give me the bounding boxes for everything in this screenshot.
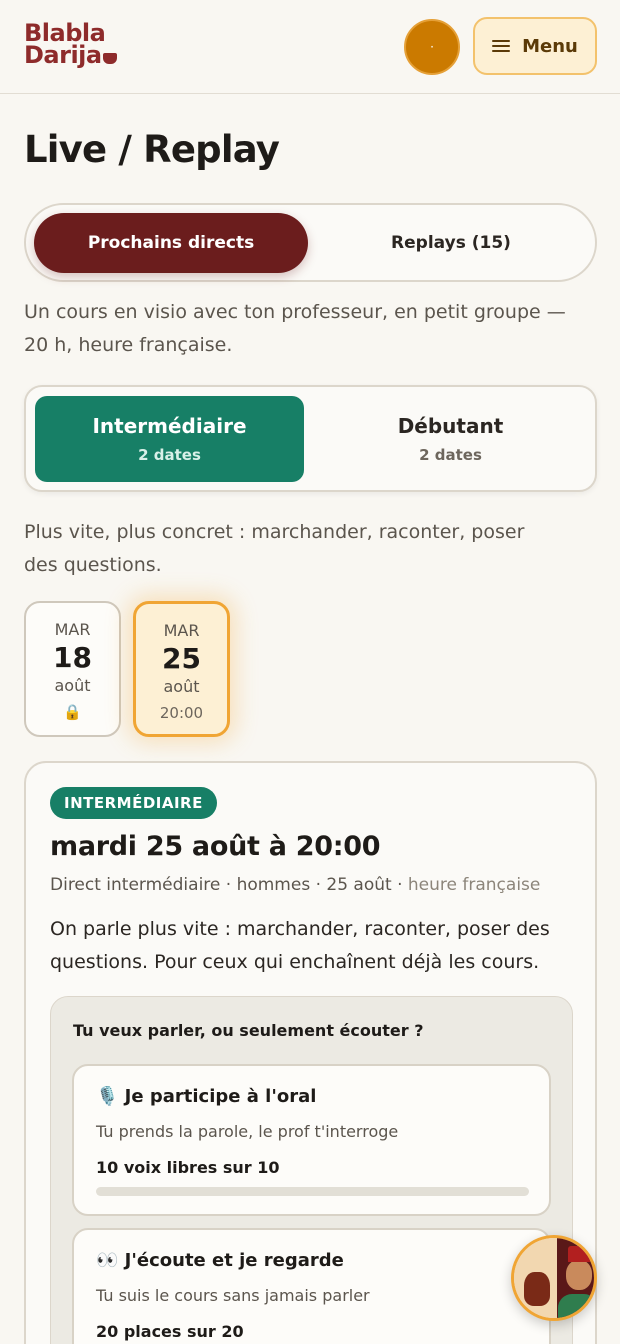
- session-description: On parle plus vite : marchander, raconte…: [50, 918, 550, 973]
- avatar-initial: ·: [430, 40, 434, 54]
- option-capacity: 20 places sur 20: [96, 1322, 244, 1341]
- level-selector: Intermédiaire 2 dates Débutant 2 dates: [24, 385, 597, 492]
- level-date-count: 2 dates: [138, 446, 201, 464]
- date-weekday: MAR: [54, 620, 91, 639]
- tab-replays[interactable]: Replays (15): [311, 213, 591, 273]
- option-title: 👀 J'écoute et je regarde: [96, 1250, 344, 1271]
- date-weekday: MAR: [163, 621, 200, 640]
- date-month: août: [54, 676, 91, 695]
- assistant-avatar-icon[interactable]: [511, 1235, 597, 1321]
- live-replay-tabs: Prochains directs Replays (15): [24, 203, 597, 282]
- session-meta-main: Direct intermédiaire · hommes · 25 août …: [50, 875, 408, 895]
- hamburger-icon: [492, 39, 511, 53]
- date-day: 18: [53, 641, 92, 674]
- date-card-locked[interactable]: MAR 18 août 🔒: [24, 601, 121, 737]
- level-name: Intermédiaire: [92, 414, 247, 438]
- menu-label: Menu: [522, 35, 578, 57]
- session-meta: Direct intermédiaire · hommes · 25 août …: [50, 875, 540, 895]
- tea-cup-icon: [102, 53, 117, 64]
- option-subtitle: Tu suis le cours sans jamais parler: [96, 1286, 370, 1305]
- level-name: Débutant: [397, 414, 504, 438]
- option-capacity: 10 voix libres sur 10: [96, 1158, 280, 1177]
- level-date-count: 2 dates: [419, 446, 482, 464]
- lock-icon: 🔒: [63, 703, 82, 721]
- option-subtitle: Tu prends la parole, le prof t'interroge: [96, 1122, 399, 1141]
- capacity-bar: [96, 1187, 529, 1196]
- option-title: 🎙️ Je participe à l'oral: [96, 1086, 317, 1107]
- choice-question: Tu veux parler, ou seulement écouter ?: [73, 1021, 424, 1040]
- option-speak[interactable]: 🎙️ Je participe à l'oral Tu prends la pa…: [72, 1064, 551, 1216]
- session-title: mardi 25 août à 20:00: [50, 831, 381, 862]
- date-month: août: [163, 677, 200, 696]
- site-header: Blabla Darija · Menu: [0, 0, 620, 94]
- logo[interactable]: Blabla Darija: [24, 21, 117, 69]
- page-title: Live / Replay: [24, 128, 280, 171]
- level-badge: INTERMÉDIAIRE: [50, 787, 217, 819]
- date-card-selected[interactable]: MAR 25 août 20:00: [133, 601, 230, 737]
- level-beginner-button[interactable]: Débutant 2 dates: [316, 396, 585, 482]
- level-description: Plus vite, plus concret : marchander, ra…: [24, 521, 525, 576]
- tab-upcoming-lives[interactable]: Prochains directs: [34, 213, 308, 273]
- logo-line2: Darija: [24, 41, 102, 69]
- session-card: INTERMÉDIAIRE mardi 25 août à 20:00 Dire…: [24, 761, 597, 1344]
- user-avatar-button[interactable]: ·: [404, 19, 460, 75]
- date-time: 20:00: [159, 704, 204, 722]
- option-listen[interactable]: 👀 J'écoute et je regarde Tu suis le cour…: [72, 1228, 551, 1344]
- participation-choice: Tu veux parler, ou seulement écouter ? 🎙…: [50, 996, 573, 1344]
- date-day: 25: [162, 642, 201, 675]
- menu-button[interactable]: Menu: [473, 17, 597, 75]
- session-timezone: heure française: [407, 875, 541, 895]
- intro-text: Un cours en visio avec ton professeur, e…: [24, 301, 566, 356]
- level-intermediate-button[interactable]: Intermédiaire 2 dates: [35, 396, 304, 482]
